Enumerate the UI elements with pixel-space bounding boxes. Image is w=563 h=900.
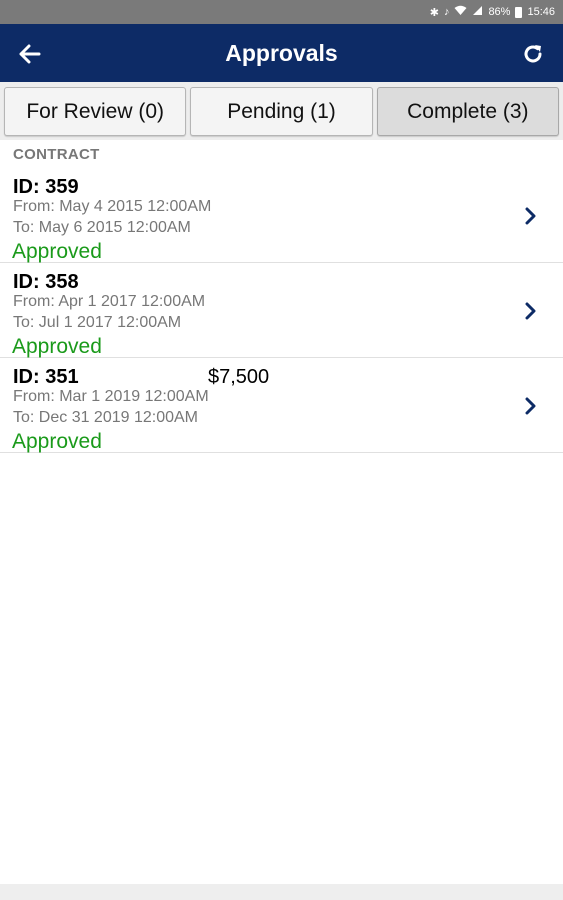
contract-from: From: Apr 1 2017 12:00AM xyxy=(13,293,206,310)
tab-bar: For Review (0) Pending (1) Complete (3) xyxy=(0,82,563,140)
battery-icon xyxy=(515,6,523,18)
chevron-right-icon[interactable] xyxy=(521,299,541,323)
chevron-right-icon[interactable] xyxy=(521,394,541,418)
app-bar: Approvals xyxy=(0,24,563,82)
contract-list: ID: 359 From: May 4 2015 12:00AM To: May… xyxy=(0,168,563,453)
status-icons: ✱ ♪ 86% 15:46 xyxy=(430,5,555,19)
contract-row[interactable]: ID: 351 $7,500 From: Mar 1 2019 12:00AM … xyxy=(0,358,563,453)
contract-to: To: May 6 2015 12:00AM xyxy=(13,219,191,236)
chevron-right-icon[interactable] xyxy=(521,204,541,228)
status-label: Approved xyxy=(12,240,102,263)
contract-from: From: May 4 2015 12:00AM xyxy=(13,198,212,215)
tab-for-review[interactable]: For Review (0) xyxy=(4,87,187,136)
mute-icon: ♪ xyxy=(443,6,450,18)
status-label: Approved xyxy=(12,430,102,453)
contract-to: To: Jul 1 2017 12:00AM xyxy=(13,314,182,331)
contract-to: To: Dec 31 2019 12:00AM xyxy=(13,409,199,426)
section-header-contract: CONTRACT xyxy=(13,146,100,163)
tab-pending[interactable]: Pending (1) xyxy=(190,87,373,136)
status-label: Approved xyxy=(12,335,102,358)
status-bar: ✱ ♪ 86% 15:46 xyxy=(0,0,563,24)
contract-id: ID: 351 xyxy=(13,366,79,388)
bluetooth-icon: ✱ xyxy=(429,6,439,19)
refresh-icon xyxy=(524,45,542,63)
back-arrow-icon xyxy=(19,44,41,64)
back-button[interactable] xyxy=(14,38,46,70)
contract-id: ID: 358 xyxy=(13,271,79,293)
page-title: Approvals xyxy=(225,39,338,66)
tab-complete[interactable]: Complete (3) xyxy=(376,87,559,136)
bottom-bar xyxy=(0,884,563,900)
battery-percent: 86% xyxy=(488,6,511,18)
clock: 15:46 xyxy=(527,6,555,18)
contract-amount: $7,500 xyxy=(208,366,270,388)
contract-from: From: Mar 1 2019 12:00AM xyxy=(13,388,209,405)
signal-icon xyxy=(472,5,483,19)
contract-id: ID: 359 xyxy=(13,176,79,198)
contract-row[interactable]: ID: 358 From: Apr 1 2017 12:00AM To: Jul… xyxy=(0,263,563,358)
contract-row[interactable]: ID: 359 From: May 4 2015 12:00AM To: May… xyxy=(0,168,563,263)
refresh-button[interactable] xyxy=(517,38,549,70)
wifi-icon xyxy=(454,5,467,19)
